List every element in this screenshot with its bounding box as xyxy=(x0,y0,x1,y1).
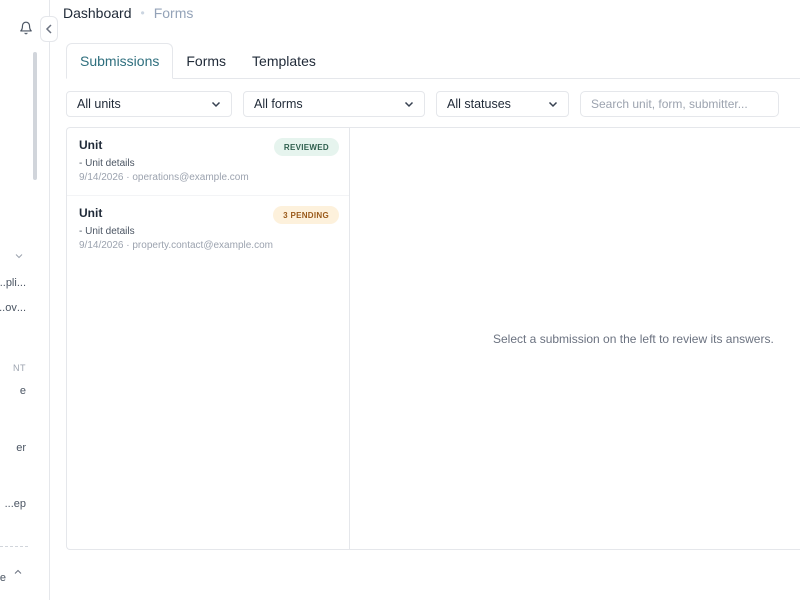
tab-templates[interactable]: Templates xyxy=(239,43,329,79)
list-item[interactable]: Unit - Unit details 9/14/2026 · property… xyxy=(67,195,349,262)
submission-detail-panel: Select a submission on the left to revie… xyxy=(349,127,800,550)
chevron-down-icon[interactable] xyxy=(13,250,25,262)
units-select-value: All units xyxy=(77,97,121,111)
list-item[interactable]: Unit - Unit details 9/14/2026 · operatio… xyxy=(67,128,349,195)
status-badge: REVIEWED xyxy=(273,138,339,156)
submissions-list: Unit - Unit details 9/14/2026 · operatio… xyxy=(66,127,350,550)
breadcrumb-current: Forms xyxy=(153,5,194,21)
breadcrumb-separator: • xyxy=(140,6,145,20)
chevron-up-icon[interactable] xyxy=(12,566,24,578)
sidebar-item-label[interactable]: ...pli... xyxy=(0,277,26,289)
submission-meta: 9/14/2026 · property.contact@example.com xyxy=(79,240,273,251)
chevron-left-icon xyxy=(45,24,52,34)
sidebar-scrollbar[interactable] xyxy=(33,52,37,180)
sidebar-item-label[interactable]: ...ov... xyxy=(0,302,26,314)
statuses-select[interactable]: All statuses xyxy=(436,91,569,117)
forms-select[interactable]: All forms xyxy=(243,91,425,117)
search-input[interactable] xyxy=(580,91,779,117)
tab-submissions[interactable]: Submissions xyxy=(66,43,174,79)
statuses-select-value: All statuses xyxy=(447,97,511,111)
breadcrumb-dashboard[interactable]: Dashboard xyxy=(63,5,132,21)
sidebar-user-label[interactable]: e xyxy=(0,572,6,584)
status-badge: 3 PENDING xyxy=(273,206,339,224)
sidebar: ...pli... ...ov... NT e er ep... e xyxy=(0,0,50,600)
bell-icon[interactable] xyxy=(19,20,33,36)
sidebar-section-heading: NT xyxy=(13,363,26,373)
submission-details: - Unit details xyxy=(79,226,135,237)
sidebar-item-label[interactable]: ep... xyxy=(0,498,26,510)
submission-meta: 9/14/2026 · operations@example.com xyxy=(79,172,249,183)
sidebar-item-label[interactable]: er xyxy=(0,442,26,454)
chevron-down-icon xyxy=(404,101,414,108)
submission-details: - Unit details xyxy=(79,158,135,169)
units-select[interactable]: All units xyxy=(66,91,232,117)
tab-bar: Submissions Forms Templates xyxy=(66,43,800,79)
sidebar-divider xyxy=(0,546,28,547)
sidebar-item-label[interactable]: e xyxy=(0,385,26,397)
collapse-sidebar-button[interactable] xyxy=(40,16,58,42)
tab-forms[interactable]: Forms xyxy=(173,43,239,79)
chevron-down-icon xyxy=(548,101,558,108)
chevron-down-icon xyxy=(211,101,221,108)
breadcrumb: Dashboard • Forms xyxy=(63,5,193,21)
empty-state-message: Select a submission on the left to revie… xyxy=(493,332,774,346)
forms-select-value: All forms xyxy=(254,97,303,111)
